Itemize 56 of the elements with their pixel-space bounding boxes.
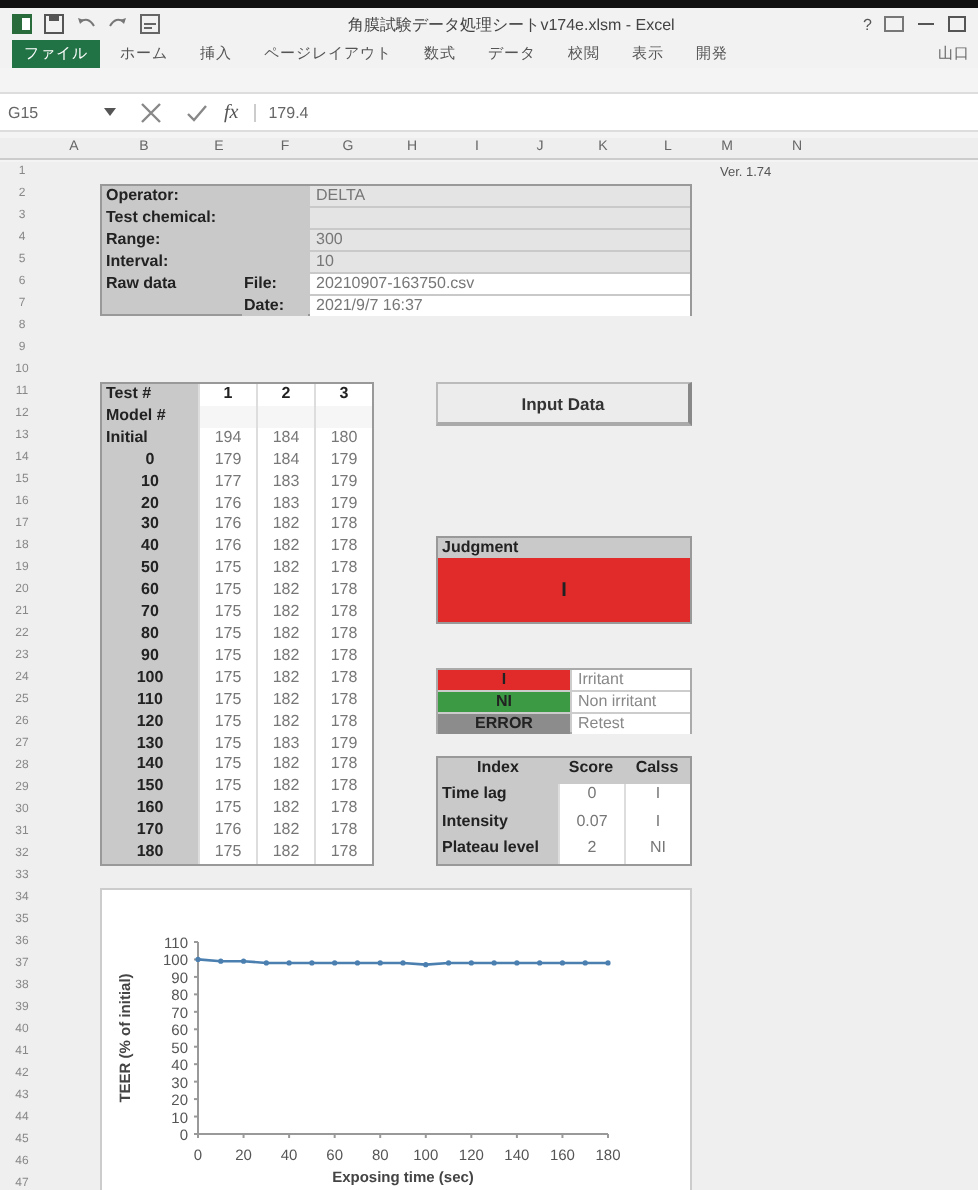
table-cell: 130 (102, 733, 198, 755)
judgment-result: I (438, 558, 690, 622)
table-cell: 10 (310, 252, 690, 272)
table-cell: 50 (102, 558, 198, 581)
table-cell: Date: (242, 296, 308, 316)
table-cell: I (438, 670, 570, 690)
name-box[interactable]: G15 (8, 103, 88, 121)
table-cell: Plateau level (438, 837, 558, 864)
table-cell: Irritant (572, 670, 690, 690)
table-cell: 90 (102, 645, 198, 668)
table-cell: DELTA (310, 186, 690, 206)
table-cell: Non irritant (572, 692, 690, 712)
form-icon[interactable] (140, 14, 160, 34)
judgment-title: Judgment (438, 538, 690, 558)
table-cell: 60 (102, 580, 198, 603)
save-icon[interactable] (44, 14, 64, 34)
table-cell: 0 (102, 449, 198, 472)
table-cell: 160 (102, 798, 198, 821)
table-cell: Retest (572, 714, 690, 734)
table-cell: 2021/9/7 16:37 (310, 296, 690, 316)
table-cell: 140 (102, 754, 198, 777)
table-cell: 30 (102, 514, 198, 537)
table-cell: Index (438, 758, 558, 785)
table-cell: Calss (624, 758, 690, 785)
table-cell: 180 (102, 842, 198, 864)
input-data-button[interactable]: Input Data (436, 382, 692, 426)
maximize-icon[interactable] (948, 16, 966, 32)
window-title: 角膜試験データ処理シートv174e.xlsm - Excel (346, 13, 677, 35)
cancel-icon[interactable] (140, 101, 162, 123)
ribbon-display-icon[interactable] (884, 16, 904, 32)
table-cell: Time lag (438, 784, 558, 811)
help-button[interactable]: ? (863, 15, 872, 33)
table-cell: 170 (102, 820, 198, 843)
table-cell: 20210907-163750.csv (310, 274, 690, 294)
table-cell: Score (558, 758, 624, 785)
table-cell: Test # (102, 384, 198, 406)
table-cell: NI (438, 692, 570, 712)
table-cell: 300 (310, 230, 690, 250)
table-cell: Intensity (438, 811, 558, 838)
table-cell: 40 (102, 536, 198, 559)
table-cell: ERROR (438, 714, 570, 734)
table-cell: 120 (102, 711, 198, 734)
formula-field[interactable]: 179.4 (254, 103, 978, 121)
table-cell: 20 (102, 493, 198, 515)
table-cell: Model # (102, 405, 198, 428)
table-cell: 70 (102, 602, 198, 624)
insert-function-button[interactable]: fx (224, 101, 239, 123)
table-cell: 10 (102, 471, 198, 494)
dropdown-icon[interactable] (104, 108, 116, 116)
table-cell: Initial (102, 427, 198, 450)
check-icon[interactable] (186, 101, 208, 123)
table-cell: 150 (102, 776, 198, 799)
spreadsheet-app-icon (12, 14, 32, 34)
table-cell: 110 (102, 689, 198, 712)
table-cell: 100 (102, 667, 198, 690)
table-cell: 80 (102, 624, 198, 646)
